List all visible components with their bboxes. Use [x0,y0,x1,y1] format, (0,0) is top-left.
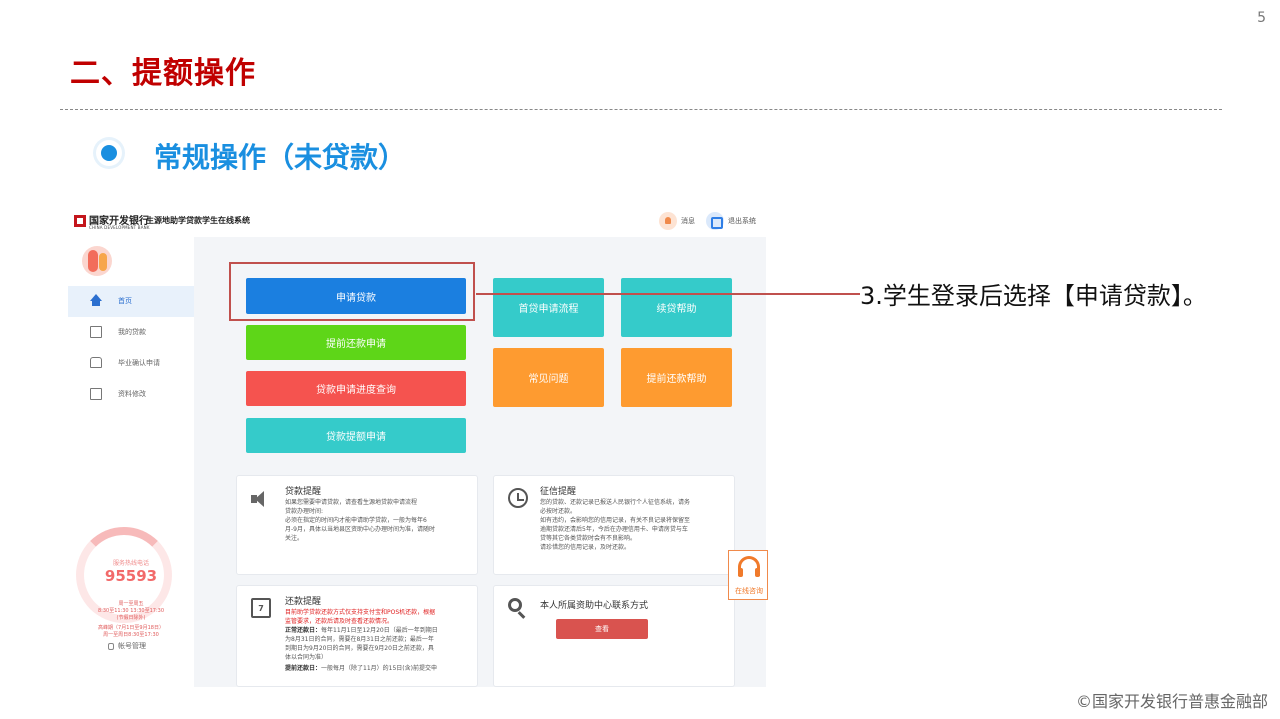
contact-card: 本人所属资助中心联系方式 查看 [493,585,735,687]
avatar [82,246,112,276]
card-line-warning: 监管要求，还款后请及时查看还款情况。 [285,618,394,625]
sidebar-item-label: 毕业确认申请 [118,359,160,367]
loan-increase-apply-button[interactable]: 贷款提额申请 [246,418,466,453]
card-line: 如果您需要申请贷款，请查看生源地贷款申请流程 [285,499,418,506]
renewal-help-button[interactable]: 续贷帮助 [621,278,732,337]
early-repay-label: 提前还款日： [285,665,322,672]
card-line: 正常还款日：每年11月1日至12月20日（最后一年到期日 [285,626,438,635]
first-loan-process-button[interactable]: 首贷申请流程 [493,278,604,337]
sidebar-item-graduation[interactable]: 毕业确认申请 [68,348,194,379]
view-contact-button[interactable]: 查看 [556,619,648,639]
normal-repay-text: 每年11月1日至12月20日（最后一年到期日 [321,627,438,634]
sidebar-item-my-loans[interactable]: 我的贷款 [68,317,194,348]
card-line: 提前还款日：一般每月（除了11月）的15日(含)前提交申 [285,664,437,673]
hotline-label: 服务热线电话 [112,560,149,567]
service-hours-line: 8:30至11:30 13:30至17:30 [97,608,165,614]
card-title: 本人所属资助中心联系方式 [540,601,649,611]
callout-line [476,293,860,295]
logout-icon[interactable] [706,212,724,230]
card-line: 为8月31日的合同，需要在8月31日之前还款；最后一年 [285,636,434,643]
card-line: 逾期贷款还清后5年，今后在办理信用卡、申请房贷与车 [540,526,688,533]
sidebar-item-profile-edit[interactable]: 资料修改 [68,379,194,410]
service-hours-line: 高峰期（7月1日至9月18日） [98,625,164,631]
service-hours-line: 周一至周日8:30至17:30 [103,632,159,638]
speaker-icon [251,490,269,508]
message-link[interactable]: 消息 [681,216,695,226]
progress-query-button[interactable]: 贷款申请进度查询 [246,371,466,406]
card-line: 关注。 [285,535,304,542]
alarm-clock-icon [508,488,528,508]
inbox-icon [90,357,102,368]
service-hours-line: 周一至周五 [118,601,144,607]
card-line-warning: 目前助学贷款还款方式仅支持支付宝和POS机还款，根据 [285,609,436,616]
normal-repay-label: 正常还款日： [285,627,322,634]
online-consult-button[interactable]: 在线咨询 [728,550,768,600]
card-line: 月-9月，具体以当地县区资助中心办理时间为准，请随时 [285,526,435,533]
home-icon [90,294,102,306]
section-title: 常规操作（未贷款） [154,141,407,174]
lock-icon [108,643,114,650]
card-title: 征信提醒 [540,487,577,497]
card-line: 请珍惜您的信用记录，及时还款。 [540,544,631,551]
slide-title: 二、提额操作 [70,56,256,91]
online-consult-label: 在线咨询 [735,587,763,595]
early-repayment-help-button[interactable]: 提前还款帮助 [621,348,732,407]
faq-button[interactable]: 常见问题 [493,348,604,407]
card-line: 必须在指定的时间内才能申请助学贷款，一般为每年6 [285,517,427,524]
calendar-icon: 7 [251,598,271,618]
sidebar-item-label: 首页 [118,297,132,305]
sidebar-item-home[interactable]: 首页 [68,286,194,317]
search-icon [508,598,522,612]
card-line: 到期日为9月20日的合同，需要在9月20日之前还款，具 [285,645,434,652]
title-divider [60,109,1222,110]
sidebar-item-label: 我的贷款 [118,328,146,336]
repayment-reminder-card: 7 还款提醒 目前助学贷款还款方式仅支持支付宝和POS机还款，根据 监管要求，还… [236,585,478,687]
sidebar-item-label: 资料修改 [118,390,146,398]
hotline-number: 95593 [104,567,158,585]
card-title: 贷款提醒 [285,487,322,497]
card-line: 体以合同为准） [285,654,328,661]
bullet-dot-icon [96,140,122,166]
page-number: 5 [1257,10,1266,26]
bell-icon[interactable] [659,212,677,230]
early-repay-text: 一般每月（除了11月）的15日(含)前提交申 [321,665,437,672]
loan-reminder-card: 贷款提醒 如果您需要申请贷款，请查看生源地贷款申请流程 贷款办理时间: 必须在指… [236,475,478,575]
card-title: 还款提醒 [285,597,322,607]
service-hours-line: (节假日除外) [116,615,146,621]
callout-text: 3.学生登录后选择【申请贷款】。 [860,282,1207,310]
system-name: 生源地助学贷款学生在线系统 [146,216,250,225]
app-header: 国家开发银行 CHINA DEVELOPMENT BANK 生源地助学贷款学生在… [68,205,768,237]
document-icon [90,326,102,338]
logout-link[interactable]: 退出系统 [728,216,756,226]
highlight-box [229,262,475,321]
bank-name-en: CHINA DEVELOPMENT BANK [89,225,150,230]
card-line: 如有违约，会影响您的信用记录，有关不良记录将保留至 [540,517,691,524]
sidebar: 首页 我的贷款 毕业确认申请 资料修改 服务热线电话 95593 周一至周五 8… [68,237,194,687]
early-repayment-apply-button[interactable]: 提前还款申请 [246,325,466,360]
headset-icon [738,556,760,577]
copyright: ©国家开发银行普惠金融部 [1075,692,1268,711]
card-line: 必按时还款。 [540,508,577,515]
card-line: 贷款办理时间: [285,508,324,515]
card-line: 贷等其它各类贷款时会有不良影响。 [540,535,637,542]
credit-reminder-card: 征信提醒 您的贷款、还款记录已报送人民银行个人征信系统，请务 必按时还款。 如有… [493,475,735,575]
bank-logo-icon [74,215,86,227]
account-management-link[interactable]: 帐号管理 [118,641,146,651]
edit-icon [90,388,102,400]
card-line: 您的贷款、还款记录已报送人民银行个人征信系统，请务 [540,499,691,506]
